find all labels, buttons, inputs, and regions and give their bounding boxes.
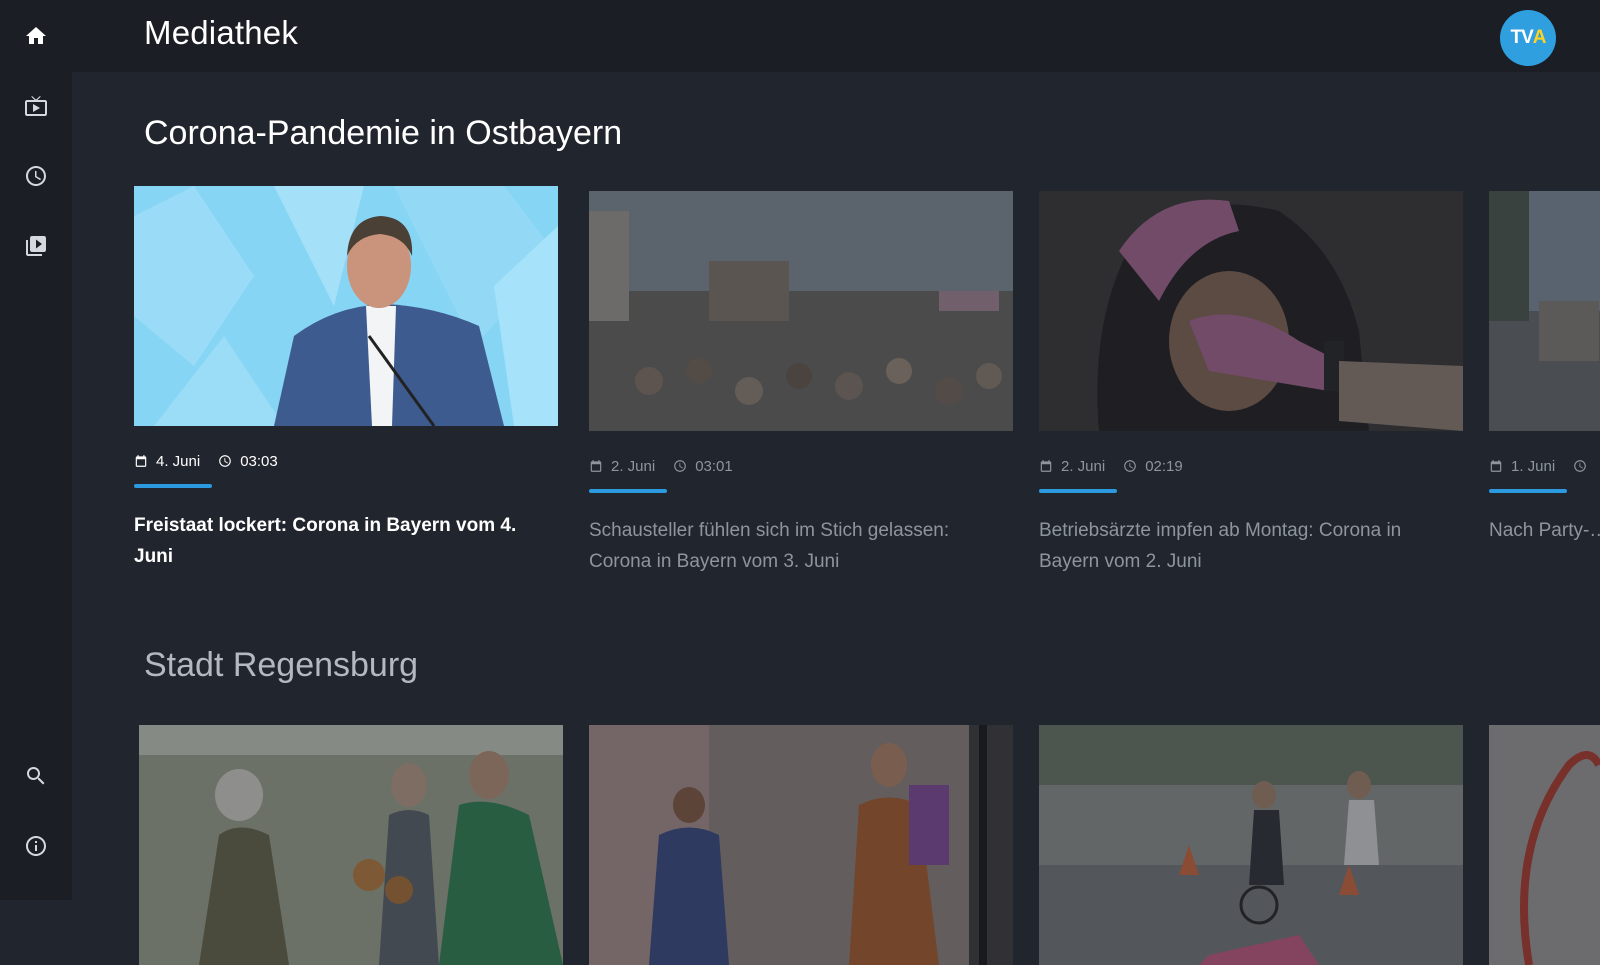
clock-icon: [219, 455, 232, 467]
nav-info-button[interactable]: [18, 828, 54, 864]
video-title: Betriebsärzte impfen ab Montag: Corona i…: [1039, 520, 1402, 572]
clock-icon: [1574, 460, 1587, 472]
video-thumbnail: [1489, 725, 1600, 965]
logo-text-accent: A: [1532, 27, 1547, 48]
page-title: Mediathek: [144, 14, 299, 51]
search-icon: [27, 767, 45, 785]
video-date: 2. Juni: [1061, 457, 1106, 475]
video-duration: 03:03: [240, 452, 278, 470]
info-icon: [26, 836, 46, 856]
calendar-icon: [1040, 460, 1052, 472]
video-title: Schausteller fühlen sich im Stich gelass…: [589, 520, 950, 572]
video-card[interactable]: [1489, 725, 1600, 965]
nav-library-button[interactable]: [18, 228, 54, 264]
progress-bar: [134, 484, 212, 488]
video-thumbnail: [1039, 191, 1463, 431]
video-card[interactable]: [1039, 725, 1463, 965]
video-card[interactable]: 2. Juni 02:19 Betriebsärzte impfen ab Mo…: [1039, 191, 1463, 577]
video-date: 4. Juni: [156, 452, 201, 470]
video-date: 1. Juni: [1511, 457, 1556, 475]
progress-bar: [1039, 489, 1117, 493]
video-meta: 1. Juni: [1489, 455, 1600, 477]
video-card[interactable]: 4. Juni 03:03 Freistaat lockert: Corona …: [134, 186, 558, 572]
calendar-icon: [1490, 460, 1502, 472]
section-title: Corona-Pandemie in Ostbayern: [144, 114, 623, 152]
video-thumbnail: [1489, 191, 1600, 431]
video-meta: 2. Juni 02:19: [1039, 455, 1463, 477]
clock-icon: [674, 460, 687, 472]
sidebar: [0, 0, 72, 900]
thumbnail-image: [134, 186, 558, 426]
video-thumbnail: [589, 725, 1013, 965]
video-title: Nach Party-… ermittelt: [1489, 520, 1600, 541]
nav-home-button[interactable]: [18, 18, 54, 54]
video-meta: 2. Juni 03:01: [589, 455, 1013, 477]
logo-text: TV: [1510, 27, 1533, 48]
calendar-icon: [590, 460, 602, 472]
calendar-icon: [135, 455, 147, 467]
video-thumbnail: [1039, 725, 1463, 965]
home-icon: [26, 27, 46, 44]
video-library-icon: [26, 236, 46, 256]
video-duration: 02:19: [1145, 457, 1183, 475]
video-thumbnail: [589, 191, 1013, 431]
video-card[interactable]: 2. Juni 03:01 Schausteller fühlen sich i…: [589, 191, 1013, 577]
video-meta: 4. Juni 03:03: [134, 450, 558, 472]
video-title: Freistaat lockert: Corona in Bayern vom …: [134, 515, 517, 567]
video-duration: 03:01: [695, 457, 733, 475]
video-thumbnail: [134, 186, 558, 426]
nav-search-button[interactable]: [18, 758, 54, 794]
video-card[interactable]: [589, 725, 1013, 965]
video-card[interactable]: [139, 725, 563, 965]
tva-logo[interactable]: TV A: [1500, 10, 1556, 66]
progress-bar: [589, 489, 667, 493]
progress-bar: [1489, 489, 1567, 493]
video-card[interactable]: 1. Juni Nach Party-… ermittelt: [1489, 191, 1600, 546]
tv-icon: [25, 96, 47, 116]
video-date: 2. Juni: [611, 457, 656, 475]
nav-live-tv-button[interactable]: [18, 88, 54, 124]
nav-recent-button[interactable]: [18, 158, 54, 194]
top-bar: Mediathek TV A: [72, 0, 1600, 72]
section-title: Stadt Regensburg: [144, 646, 419, 684]
clock-icon: [1124, 460, 1137, 472]
clock-icon: [26, 166, 46, 186]
video-thumbnail: [139, 725, 563, 965]
